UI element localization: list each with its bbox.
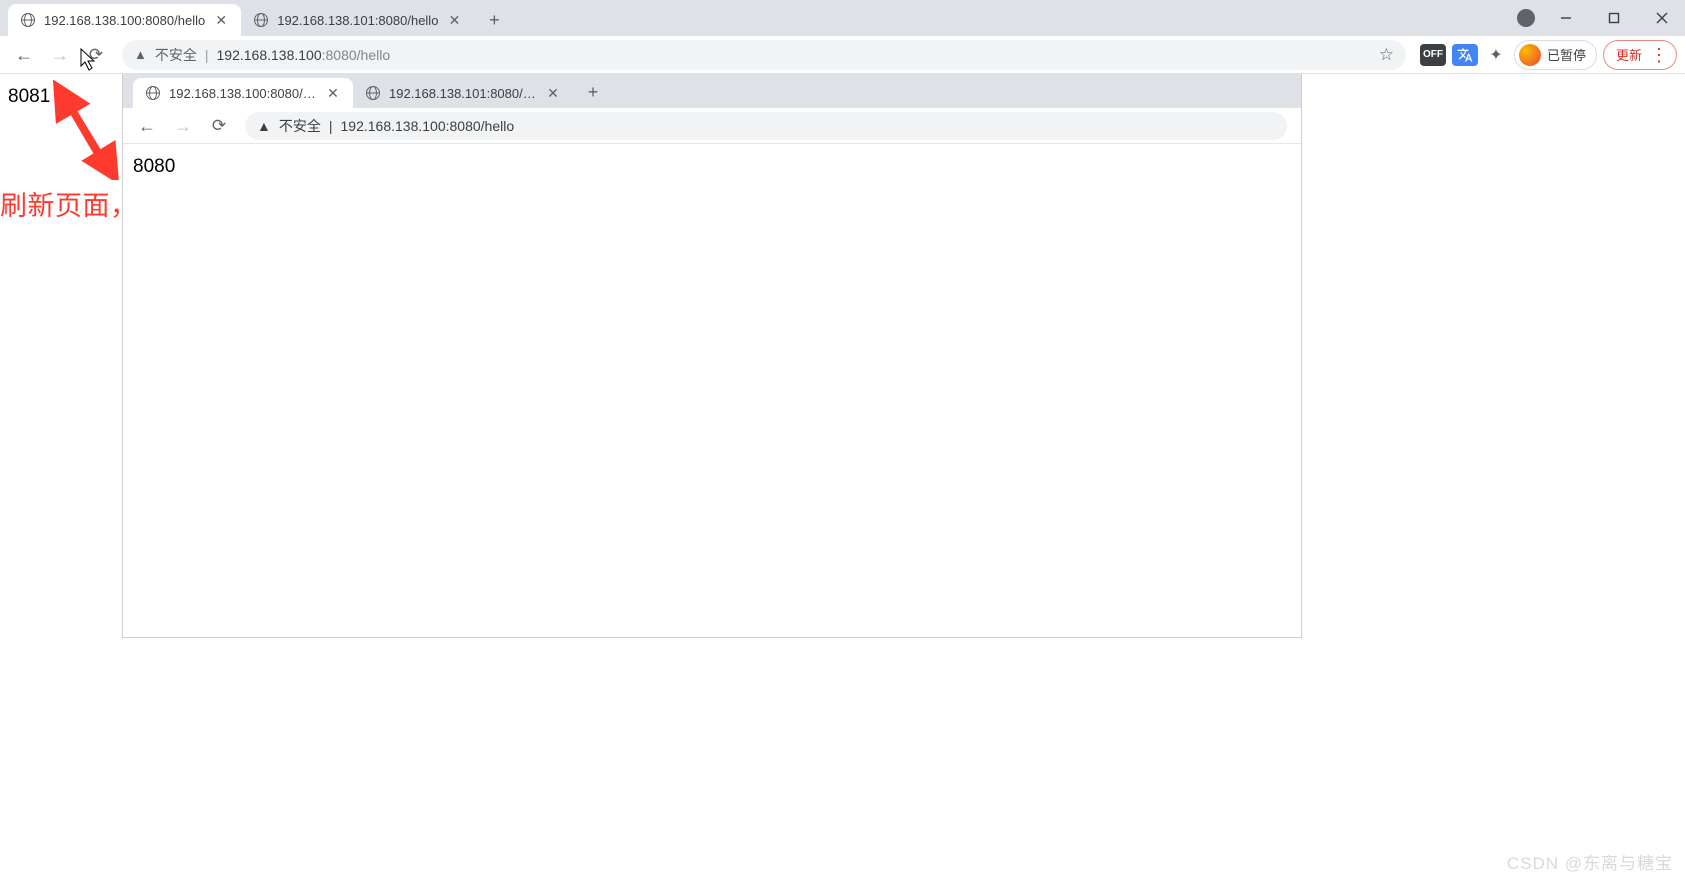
globe-icon [253, 12, 269, 28]
menu-dots-icon: ⋮ [1650, 46, 1668, 64]
close-window-button[interactable] [1639, 2, 1685, 34]
address-bar[interactable]: ▲ 不安全 | 192.168.138.100:8080/hello ☆ [122, 40, 1406, 70]
arrows-annotation-icon [44, 80, 124, 180]
close-icon[interactable]: ✕ [325, 85, 341, 101]
inner-tab-bar: 192.168.138.100:8080/hello ✕ 192.168.138… [123, 74, 1301, 108]
reload-button[interactable]: ⟳ [80, 39, 112, 71]
extensions-row: OFF ✦ 已暂停 更新 ⋮ [1420, 40, 1677, 70]
tab-title: 192.168.138.101:8080/hello [277, 13, 438, 28]
account-circle-icon[interactable] [1517, 9, 1535, 27]
inner-toolbar: ← → ⟳ ▲ 不安全 | 192.168.138.100:8080/hello [123, 108, 1301, 144]
separator: | [205, 47, 209, 63]
close-icon[interactable]: ✕ [213, 12, 229, 28]
close-icon[interactable]: ✕ [545, 85, 561, 101]
inner-tab-2[interactable]: 192.168.138.101:8080/hello ✕ [353, 78, 573, 108]
globe-icon [365, 85, 381, 101]
inner-browser-window: 192.168.138.100:8080/hello ✕ 192.168.138… [122, 74, 1302, 638]
globe-icon [145, 85, 161, 101]
window-controls [1517, 0, 1685, 36]
inner-page-body: 8080 [123, 144, 1301, 190]
url-text: 192.168.138.100:8080/hello [341, 118, 515, 134]
extensions-icon[interactable]: ✦ [1484, 45, 1508, 65]
maximize-button[interactable] [1591, 2, 1637, 34]
insecure-label: 不安全 [279, 116, 321, 136]
warning-icon: ▲ [257, 118, 271, 134]
outer-page-content: 8081 刷新页面，根据反向代理算法访问不同的web服务器 192.168.13… [0, 74, 1685, 884]
url-text: 192.168.138.100:8080/hello [217, 47, 391, 63]
reload-button[interactable]: ⟳ [203, 110, 235, 142]
profile-label: 已暂停 [1547, 45, 1586, 64]
separator: | [329, 118, 333, 134]
forward-button[interactable]: → [44, 39, 76, 71]
tab-title: 192.168.138.101:8080/hello [389, 86, 537, 101]
outer-toolbar: ← → ⟳ ▲ 不安全 | 192.168.138.100:8080/hello… [0, 36, 1685, 74]
forward-button[interactable]: → [167, 110, 199, 142]
translate-icon[interactable] [1452, 44, 1478, 66]
close-icon[interactable]: ✕ [446, 12, 462, 28]
outer-tab-bar: 192.168.138.100:8080/hello ✕ 192.168.138… [0, 0, 1685, 36]
new-tab-button[interactable]: + [480, 6, 508, 34]
tab-title: 192.168.138.100:8080/hello [169, 86, 317, 101]
extension-off-badge[interactable]: OFF [1420, 44, 1446, 66]
warning-icon: ▲ [134, 47, 147, 62]
outer-tab-2[interactable]: 192.168.138.101:8080/hello ✕ [241, 4, 474, 36]
bookmark-star-icon[interactable]: ☆ [1379, 45, 1394, 65]
update-label: 更新 [1616, 45, 1642, 64]
update-pill[interactable]: 更新 ⋮ [1603, 40, 1677, 70]
insecure-label: 不安全 [155, 45, 197, 65]
avatar-icon [1519, 44, 1541, 66]
watermark: CSDN @东离与糖宝 [1507, 849, 1673, 874]
address-bar[interactable]: ▲ 不安全 | 192.168.138.100:8080/hello [245, 112, 1287, 140]
outer-tab-1[interactable]: 192.168.138.100:8080/hello ✕ [8, 4, 241, 36]
minimize-button[interactable] [1543, 2, 1589, 34]
back-button[interactable]: ← [8, 39, 40, 71]
back-button[interactable]: ← [131, 110, 163, 142]
new-tab-button[interactable]: + [579, 78, 607, 106]
tab-title: 192.168.138.100:8080/hello [44, 13, 205, 28]
inner-tab-1[interactable]: 192.168.138.100:8080/hello ✕ [133, 78, 353, 108]
globe-icon [20, 12, 36, 28]
profile-pill[interactable]: 已暂停 [1514, 40, 1597, 70]
